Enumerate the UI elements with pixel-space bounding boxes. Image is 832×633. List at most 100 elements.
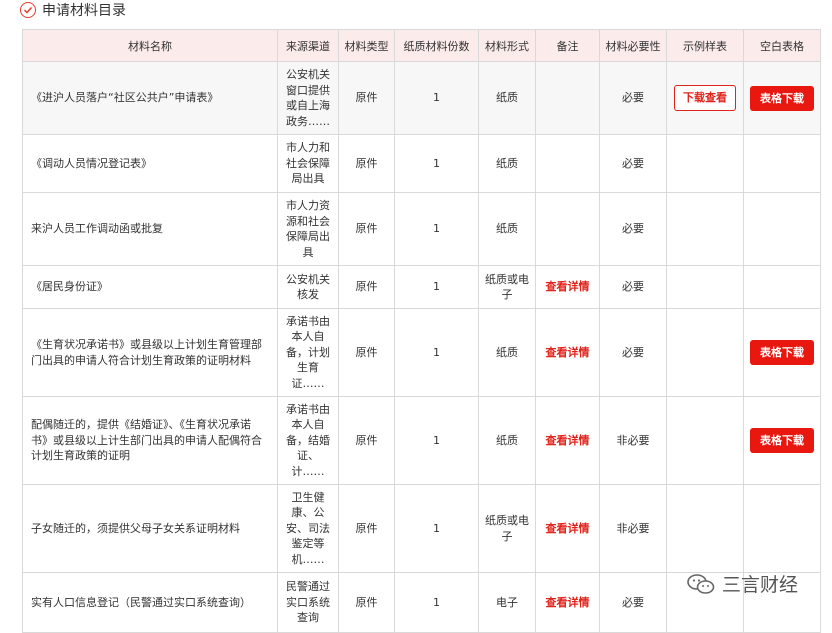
material-necessity: 非必要 [599, 484, 667, 573]
material-source: 市人力和社会保障局出具 [277, 134, 339, 193]
material-necessity: 必要 [599, 265, 667, 309]
wechat-icon [687, 573, 715, 594]
material-form: 纸质 [478, 396, 536, 485]
view-details-link[interactable]: 查看详情 [546, 596, 590, 609]
blank-cell [743, 484, 821, 573]
material-note [535, 61, 600, 135]
view-details-link[interactable]: 查看详情 [546, 346, 590, 359]
material-name: 子女随迁的，须提供父母子女关系证明材料 [22, 484, 278, 573]
material-note: 查看详情 [535, 572, 600, 633]
material-name: 《生育状况承诺书》或县级以上计划生育管理部门出具的申请人符合计划生育政策的证明材… [22, 308, 278, 397]
table-row: 《调动人员情况登记表》 市人力和社会保障局出具 原件 1 纸质 必要 [22, 134, 821, 193]
material-form: 纸质 [478, 134, 536, 193]
material-source: 市人力资源和社会保障局出具 [277, 192, 339, 266]
material-form: 纸质 [478, 192, 536, 266]
material-source: 承诺书由本人自备，结婚证、计…… [277, 396, 339, 485]
material-name: 《调动人员情况登记表》 [22, 134, 278, 193]
material-name: 《居民身份证》 [22, 265, 278, 309]
table-header-row: 材料名称 来源渠道 材料类型 纸质材料份数 材料形式 备注 材料必要性 示例样表… [22, 29, 821, 62]
material-note [535, 192, 600, 266]
col-header: 来源渠道 [277, 29, 339, 62]
material-name: 实有人口信息登记（民警通过实口系统查询） [22, 572, 278, 633]
table-row: 配偶随迁的，提供《结婚证》、《生育状况承诺书》或县级以上计生部门出具的申请人配偶… [22, 396, 821, 485]
material-copies: 1 [394, 134, 479, 193]
material-name: 《进沪人员落户“社区公共户”申请表》 [22, 61, 278, 135]
materials-table: 材料名称 来源渠道 材料类型 纸质材料份数 材料形式 备注 材料必要性 示例样表… [22, 29, 821, 633]
table-row: 《居民身份证》 公安机关核发 原件 1 纸质或电子 查看详情 必要 [22, 265, 821, 309]
section-title: 申请材料目录 [42, 3, 126, 19]
material-necessity: 必要 [599, 308, 667, 397]
blank-cell: 表格下载 [743, 396, 821, 485]
view-details-link[interactable]: 查看详情 [546, 434, 590, 447]
col-header: 纸质材料份数 [394, 29, 479, 62]
material-copies: 1 [394, 396, 479, 485]
material-copies: 1 [394, 484, 479, 573]
sample-cell [666, 265, 744, 309]
section-header: 申请材料目录 [20, 0, 126, 20]
col-header: 备注 [535, 29, 600, 62]
material-type: 原件 [338, 192, 395, 266]
material-name: 来沪人员工作调动函或批复 [22, 192, 278, 266]
form-download-button[interactable]: 表格下载 [750, 428, 814, 453]
col-header: 空白表格 [743, 29, 821, 62]
material-note: 查看详情 [535, 308, 600, 397]
watermark-text: 三言财经 [722, 574, 799, 596]
material-source: 卫生健康、公安、司法鉴定等机…… [277, 484, 339, 573]
material-form: 纸质 [478, 61, 536, 135]
material-necessity: 必要 [599, 572, 667, 633]
material-copies: 1 [394, 61, 479, 135]
col-header: 示例样表 [666, 29, 744, 62]
sample-cell [666, 484, 744, 573]
watermark: 三言财经 [686, 570, 798, 597]
material-source: 民警通过实口系统查询 [277, 572, 339, 633]
material-type: 原件 [338, 265, 395, 309]
table-row: 《生育状况承诺书》或县级以上计划生育管理部门出具的申请人符合计划生育政策的证明材… [22, 308, 821, 397]
material-name: 配偶随迁的，提供《结婚证》、《生育状况承诺书》或县级以上计生部门出具的申请人配偶… [22, 396, 278, 485]
material-form: 电子 [478, 572, 536, 633]
sample-cell [666, 134, 744, 193]
blank-cell: 表格下载 [743, 308, 821, 397]
form-download-button[interactable]: 表格下载 [750, 85, 814, 111]
material-copies: 1 [394, 192, 479, 266]
material-type: 原件 [338, 134, 395, 193]
col-header: 材料形式 [478, 29, 536, 62]
material-type: 原件 [338, 572, 395, 633]
blank-cell [743, 265, 821, 309]
download-view-button[interactable]: 下载查看 [674, 85, 736, 111]
view-details-link[interactable]: 查看详情 [546, 522, 590, 535]
view-details-link[interactable]: 查看详情 [546, 280, 590, 293]
material-source: 公安机关窗口提供或自上海政务…… [277, 61, 339, 135]
material-copies: 1 [394, 308, 479, 397]
material-type: 原件 [338, 396, 395, 485]
material-type: 原件 [338, 61, 395, 135]
blank-cell: 表格下载 [743, 61, 821, 135]
material-note [535, 134, 600, 193]
col-header: 材料必要性 [599, 29, 667, 62]
blank-cell [743, 134, 821, 193]
sample-cell: 下载查看 [666, 61, 744, 135]
material-necessity: 必要 [599, 134, 667, 193]
col-header: 材料类型 [338, 29, 395, 62]
material-type: 原件 [338, 484, 395, 573]
check-circle-icon [20, 2, 36, 18]
col-header: 材料名称 [22, 29, 278, 62]
material-copies: 1 [394, 265, 479, 309]
material-source: 承诺书由本人自备，计划生育证…… [277, 308, 339, 397]
sample-cell [666, 192, 744, 266]
material-necessity: 必要 [599, 192, 667, 266]
sample-cell [666, 396, 744, 485]
material-source: 公安机关核发 [277, 265, 339, 309]
table-row: 子女随迁的，须提供父母子女关系证明材料 卫生健康、公安、司法鉴定等机…… 原件 … [22, 484, 821, 573]
material-note: 查看详情 [535, 396, 600, 485]
sample-cell [666, 308, 744, 397]
material-necessity: 必要 [599, 61, 667, 135]
blank-cell [743, 192, 821, 266]
material-note: 查看详情 [535, 265, 600, 309]
table-row: 来沪人员工作调动函或批复 市人力资源和社会保障局出具 原件 1 纸质 必要 [22, 192, 821, 266]
material-copies: 1 [394, 572, 479, 633]
form-download-button[interactable]: 表格下载 [750, 340, 814, 365]
material-form: 纸质 [478, 308, 536, 397]
material-note: 查看详情 [535, 484, 600, 573]
material-form: 纸质或电子 [478, 484, 536, 573]
materials-table-wrapper: 材料名称 来源渠道 材料类型 纸质材料份数 材料形式 备注 材料必要性 示例样表… [22, 29, 821, 633]
